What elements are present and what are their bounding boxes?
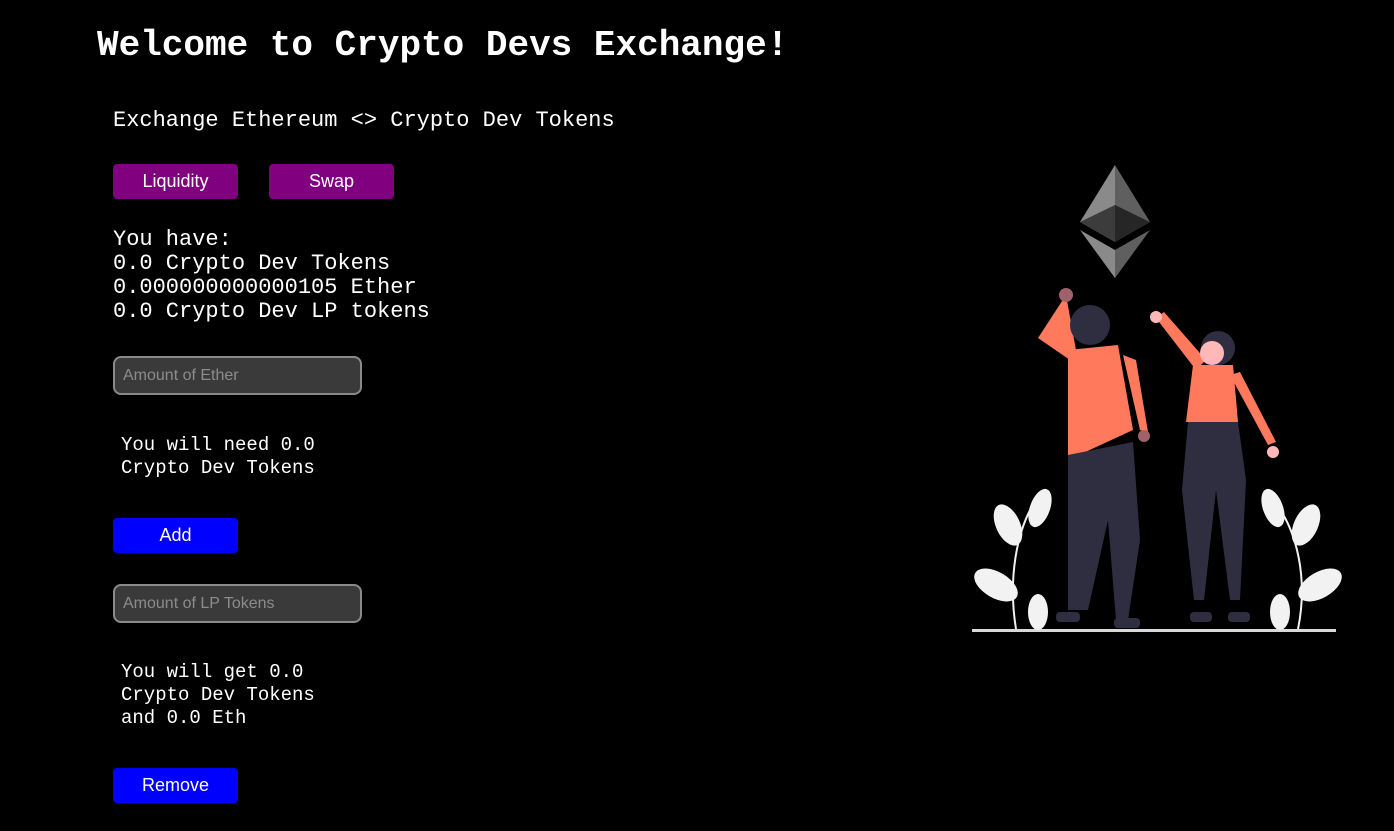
right-plant: [1261, 488, 1342, 630]
page-subtitle: Exchange Ethereum <> Crypto Dev Tokens: [113, 108, 615, 133]
balances-heading: You have:: [113, 227, 232, 252]
people-celebrating-ethereum-illustration: [972, 165, 1342, 632]
tokens-needed-unit: Crypto Dev Tokens: [121, 457, 315, 479]
woman-figure: [1150, 311, 1279, 622]
ether-balance: 0.000000000000105 Ether: [113, 275, 417, 300]
ethereum-logo-icon: [1080, 165, 1150, 278]
remove-liquidity-button[interactable]: Remove: [113, 768, 238, 803]
swap-tab-button[interactable]: Swap: [269, 164, 394, 199]
removal-estimate-line3: and 0.0 Eth: [121, 707, 247, 729]
removal-estimate-text: You will get 0.0 Crypto Dev Tokens and 0…: [121, 661, 351, 730]
tokens-needed-text: You will need 0.0 Crypto Dev Tokens: [121, 434, 351, 480]
lp-token-balance: 0.0 Crypto Dev LP tokens: [113, 299, 430, 324]
man-figure: [1038, 288, 1150, 628]
crypto-dev-token-balance: 0.0 Crypto Dev Tokens: [113, 251, 391, 276]
tokens-needed-line: You will need 0.0: [121, 434, 315, 456]
removal-estimate-line1: You will get 0.0: [121, 661, 304, 683]
add-liquidity-button[interactable]: Add: [113, 518, 238, 553]
left-plant: [974, 488, 1052, 630]
removal-estimate-line2: Crypto Dev Tokens: [121, 684, 315, 706]
ether-amount-input[interactable]: [113, 356, 362, 395]
balances-panel: You have: 0.0 Crypto Dev Tokens 0.000000…: [113, 228, 430, 324]
lp-token-amount-input[interactable]: [113, 584, 362, 623]
page-title: Welcome to Crypto Devs Exchange!: [97, 25, 789, 66]
liquidity-tab-button[interactable]: Liquidity: [113, 164, 238, 199]
